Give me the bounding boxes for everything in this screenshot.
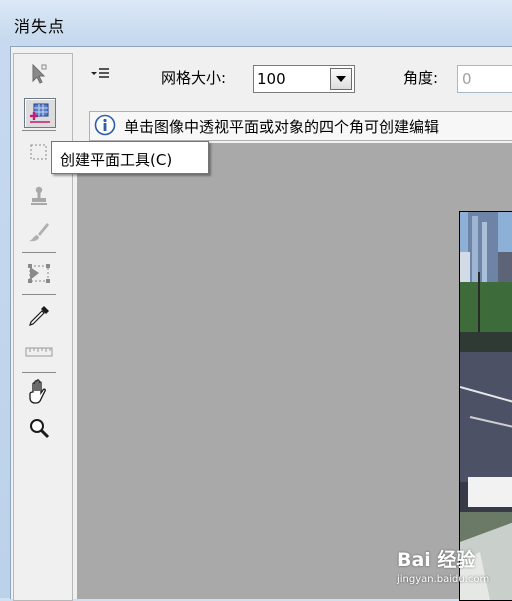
tooltip: 创建平面工具(C) [51,141,209,174]
grid-size-combobox[interactable] [253,65,355,93]
brush-tool-button[interactable] [24,218,54,246]
tool-separator [22,372,56,373]
tool-palette [13,53,73,601]
marquee-tool-button[interactable] [24,138,54,166]
title-bar[interactable]: 消失点 [0,0,512,46]
watermark-url: jingyan.baidu.com [397,574,490,585]
grid-size-dropdown-button[interactable] [330,68,352,90]
transform-icon [28,264,50,283]
arrow-icon [32,63,47,84]
ruler-icon [25,347,53,357]
info-icon [94,114,116,136]
transform-tool-button[interactable] [24,260,54,288]
preview-image [459,211,512,601]
window-frame: 消失点 网格大小: 100 角度: 0 单击图像中透视平面或对象的四个角可创建编… [0,0,512,601]
eyedropper-icon [29,306,49,326]
panel-menu-icon [91,68,109,78]
grid-size-input[interactable] [257,69,325,89]
create-plane-tool-button[interactable] [24,98,56,128]
tool-separator [22,130,56,131]
tooltip-text: 创建平面工具(C) [60,151,173,169]
eyedropper-tool-button[interactable] [24,302,54,330]
magnifier-icon [30,419,50,439]
chevron-down-icon [336,76,346,82]
stamp-tool-button[interactable] [24,182,54,210]
create-plane-icon [30,103,50,123]
window-title: 消失点 [14,17,66,36]
street-photo [460,212,512,600]
dialog-client-area: 网格大小: 角度: 单击图像中透视平面或对象的四个角可创建编辑 [10,46,512,601]
brush-icon [29,223,49,242]
watermark: Bai 经验 jingyan.baidu.com [397,545,509,595]
watermark-brand: Bai 经验 [397,549,476,571]
marquee-icon [30,144,47,160]
tool-separator [22,294,56,295]
angle-input[interactable] [462,69,512,89]
info-text: 单击图像中透视平面或对象的四个角可创建编辑 [124,118,440,136]
hand-icon [29,379,46,404]
zoom-tool-button[interactable] [24,414,54,442]
edit-plane-tool-button[interactable] [24,60,54,88]
stamp-icon [31,186,47,205]
measure-tool-button[interactable] [24,338,54,366]
tool-separator [22,252,56,253]
options-bar: 网格大小: 角度: [73,53,512,95]
options-menu-button[interactable] [89,65,113,83]
angle-label: 角度: [403,69,439,87]
grid-size-label: 网格大小: [161,69,227,87]
hand-tool-button[interactable] [24,378,54,406]
angle-field[interactable] [457,65,512,93]
info-bar: 单击图像中透视平面或对象的四个角可创建编辑 [89,111,512,141]
preview-canvas[interactable] [77,143,512,601]
